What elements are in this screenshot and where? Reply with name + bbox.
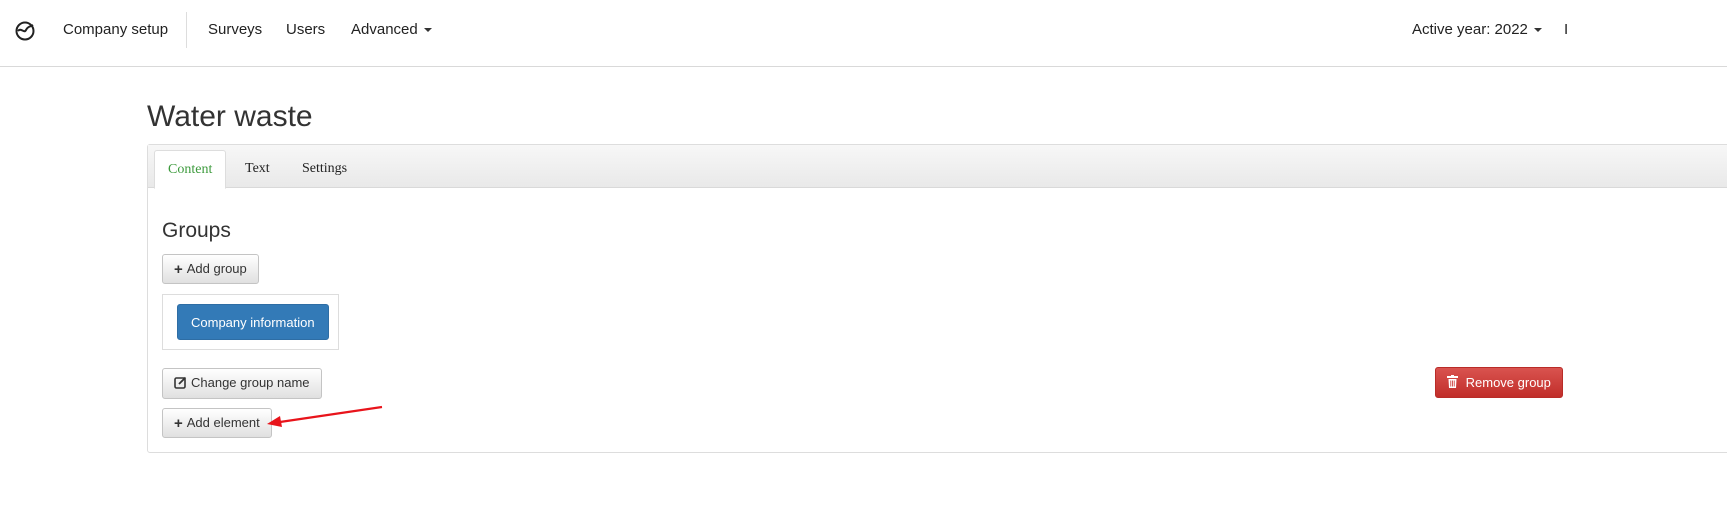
nav-item-users[interactable]: Users [286,21,325,38]
tab-content[interactable]: Content [154,150,227,189]
nav-item-advanced[interactable]: Advanced [351,21,432,38]
top-navbar: Company setup Surveys Users Advanced Act… [0,0,1727,67]
change-group-name-label: Change group name [191,375,310,390]
group-list: Company information [162,294,339,350]
group-company-information-button[interactable]: Company information [177,304,329,340]
change-group-name-button[interactable]: Change group name [162,368,322,399]
tab-settings[interactable]: Settings [289,150,360,188]
page-title: Water waste [147,100,313,133]
remove-group-label: Remove group [1465,375,1551,390]
chevron-down-icon [1533,28,1542,33]
add-group-label: Add group [186,261,247,276]
add-element-button[interactable]: + Add element [162,408,272,438]
nav-item-advanced-label: Advanced [351,21,418,38]
plus-icon: + [174,415,183,432]
nav-divider [186,12,187,48]
nav-item-cut-off[interactable]: I [1564,21,1568,38]
annotation-arrow-icon [267,405,383,427]
remove-group-button[interactable]: Remove group [1435,367,1563,398]
active-year-dropdown[interactable]: Active year: 2022 [1412,21,1542,38]
tab-bar: Content Text Settings [148,145,1727,189]
groups-heading: Groups [162,219,231,242]
tab-text[interactable]: Text [232,150,283,188]
plus-icon: + [174,261,183,278]
edit-icon [174,370,187,398]
logo-icon[interactable] [13,19,37,43]
nav-item-surveys[interactable]: Surveys [208,21,262,38]
chevron-down-icon [423,28,432,33]
brand-company-setup[interactable]: Company setup [63,21,168,38]
active-year-label: Active year: 2022 [1412,21,1528,38]
trash-icon [1447,375,1466,390]
add-group-button[interactable]: + Add group [162,254,259,284]
add-element-label: Add element [186,415,260,430]
